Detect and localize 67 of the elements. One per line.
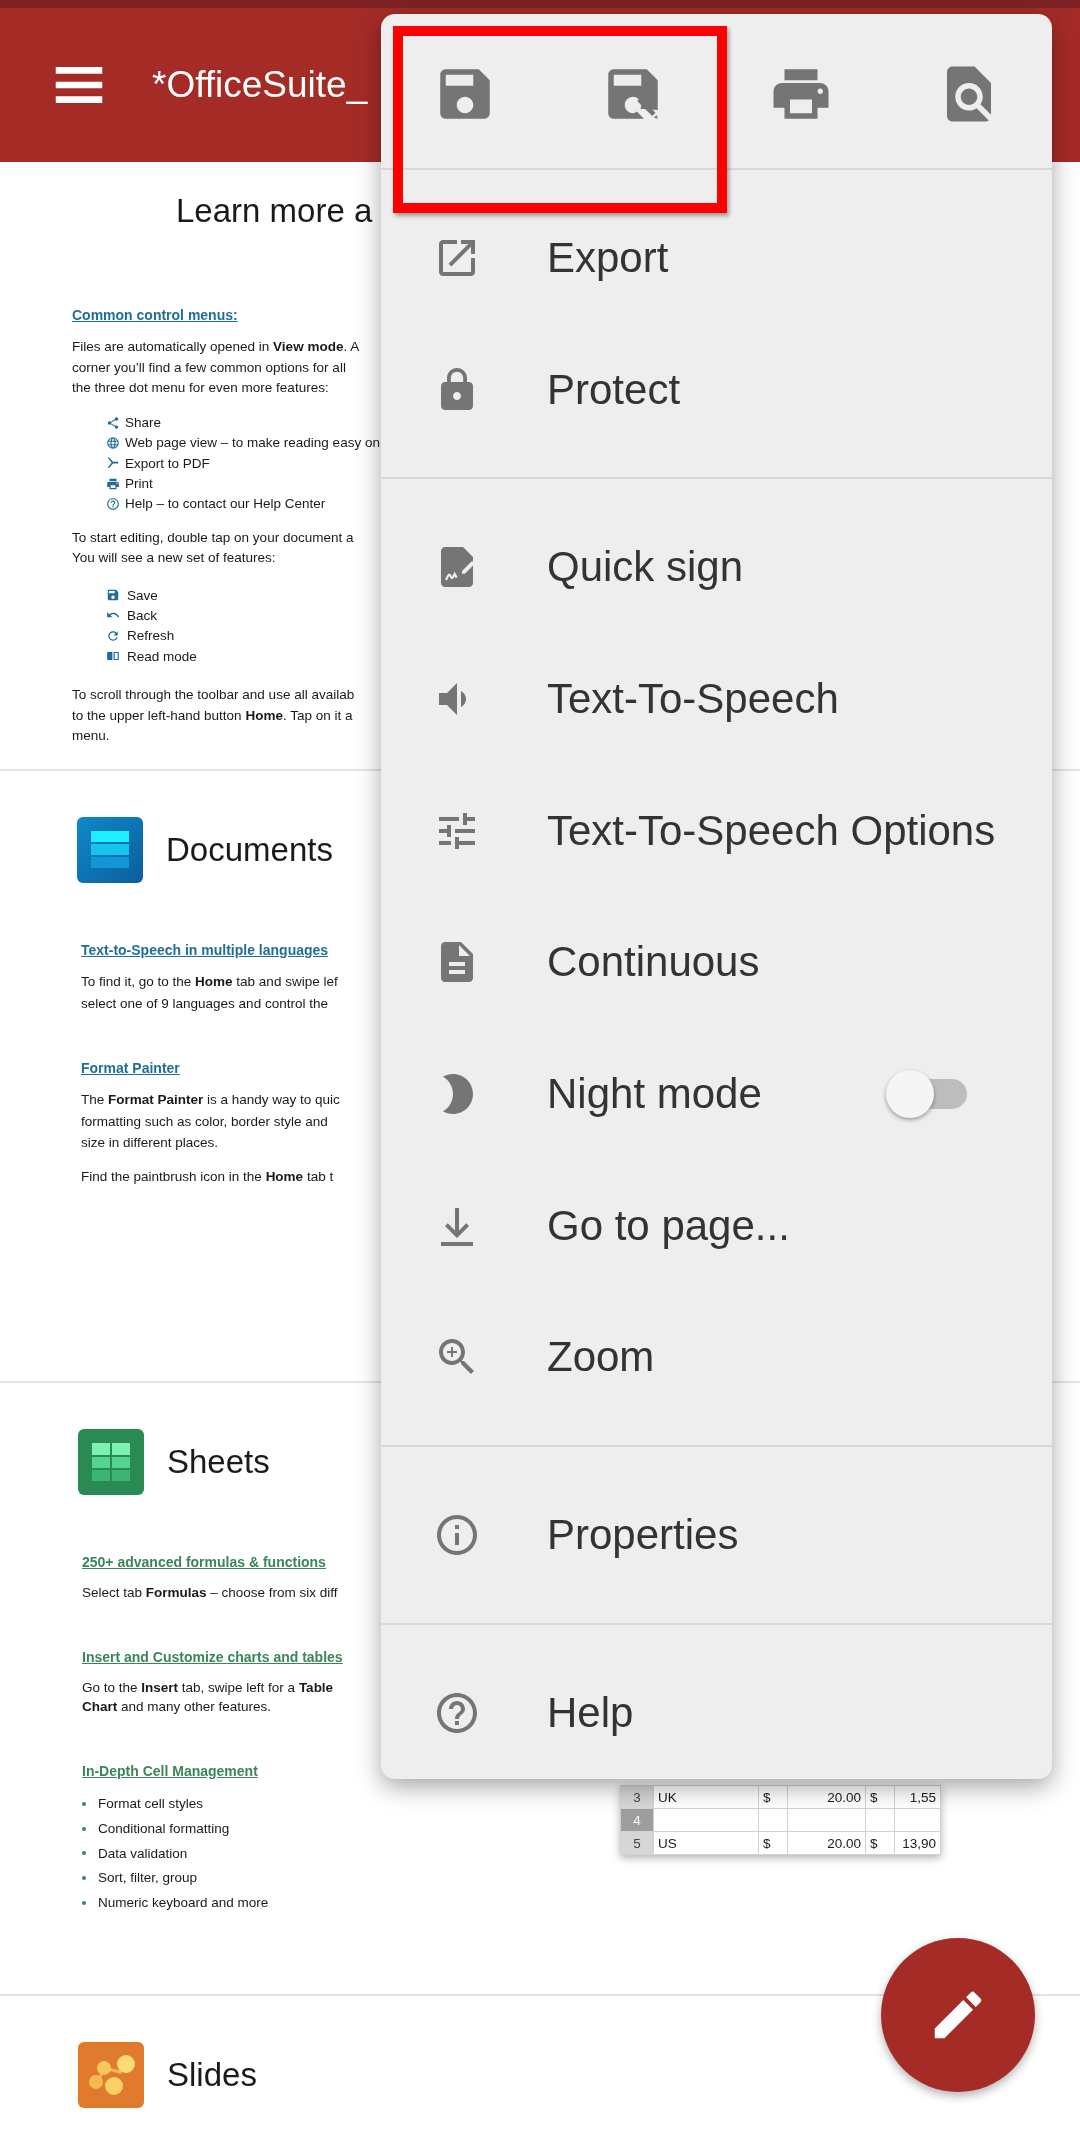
list-item-text: Conditional formatting xyxy=(98,1821,230,1837)
table-cell: UK xyxy=(653,1785,759,1809)
document-heading: Learn more a xyxy=(176,191,373,231)
section-link[interactable]: In-Depth Cell Management xyxy=(82,1760,258,1781)
list-item-text: Print xyxy=(125,476,153,492)
bullet-icon xyxy=(82,1875,86,1880)
fork-icon xyxy=(106,456,120,471)
documents-app-icon xyxy=(77,817,143,883)
save-icon xyxy=(106,588,120,603)
menu-item[interactable]: Help xyxy=(381,1646,1052,1779)
section-link[interactable]: Common control menus: xyxy=(72,305,238,325)
slides-app-icon xyxy=(78,2042,144,2108)
list-item-text: Sort, filter, group xyxy=(98,1870,198,1886)
section-title: Slides xyxy=(167,2056,257,2094)
list-item-text: Help – to contact our Help Center xyxy=(125,496,326,512)
sheets-app-icon xyxy=(78,1429,144,1495)
paragraph: Files are automatically opened in View mode. A corner you’ll find a few common options for all the three dot menu for even more features: xyxy=(72,338,360,397)
paragraph: To scroll through the toolbar and use all availab to the upper left-hand button Home. Tap on it a menu. xyxy=(72,686,355,746)
table-cell: 20.00 xyxy=(787,1785,866,1809)
list-item-text: Refresh xyxy=(127,628,175,644)
list-item-text: Data validation xyxy=(98,1845,188,1861)
menu-item[interactable]: Export xyxy=(381,192,1052,324)
list-item-text: Read mode xyxy=(127,648,197,664)
bullet-icon xyxy=(82,1900,86,1905)
refresh-icon xyxy=(106,628,120,643)
menu-item[interactable]: Text-To-Speech Options xyxy=(381,764,1052,897)
list-item-text: Export to PDF xyxy=(125,455,210,471)
menu-item[interactable]: Continuous xyxy=(381,896,1052,1029)
section-link[interactable]: Format Painter xyxy=(81,1058,180,1078)
bullet-icon xyxy=(82,1801,86,1806)
row-header[interactable]: 3 xyxy=(620,1785,654,1809)
section-title: Sheets xyxy=(167,1443,270,1481)
menu-item[interactable]: Go to page... xyxy=(381,1159,1052,1292)
list-item-text: Web page view – to make reading easy on xyxy=(125,435,380,451)
list-item-text: Share xyxy=(125,415,162,431)
list-item-text: Save xyxy=(127,587,158,603)
list-item-text: Numeric keyboard and more xyxy=(98,1895,269,1911)
paragraph: The Format Painter is a handy way to quic formatting such as color, border style and size in different places. xyxy=(81,1091,340,1152)
menu-item[interactable]: Night mode xyxy=(381,1028,1052,1160)
table-cell: 1,55 xyxy=(894,1785,941,1809)
print-icon xyxy=(106,476,120,491)
section-link[interactable]: Text-to-Speech in multiple languages xyxy=(81,940,329,960)
menu-item[interactable]: Zoom xyxy=(381,1291,1052,1424)
paragraph: Select tab Formulas – choose from six diff xyxy=(82,1584,338,1602)
row-header[interactable]: 5 xyxy=(620,1831,654,1855)
section-link[interactable]: Insert and Customize charts and tables xyxy=(82,1646,343,1667)
menu-item[interactable]: Properties xyxy=(381,1469,1052,1601)
bullet-icon xyxy=(82,1851,86,1856)
section-title: Documents xyxy=(166,831,333,869)
list-item-text: Format cell styles xyxy=(98,1796,204,1812)
table-cell: $ xyxy=(865,1785,895,1809)
menu-item[interactable]: Protect xyxy=(381,323,1052,456)
book-icon xyxy=(106,649,120,663)
globe-icon xyxy=(106,435,120,450)
section-link[interactable]: 250+ advanced formulas & functions xyxy=(82,1552,326,1572)
menu-item[interactable]: Text-To-Speech xyxy=(381,633,1052,765)
paragraph: To start editing, double tap on your document a You will see a new set of features: xyxy=(72,529,354,568)
document-title: *OfficeSuite_ xyxy=(152,64,368,106)
share-icon xyxy=(106,415,120,430)
table-cell: $ xyxy=(758,1785,788,1809)
paragraph: Find the paintbrush icon in the Home tab t xyxy=(81,1167,334,1186)
bullet-icon xyxy=(82,1826,86,1831)
help-icon xyxy=(106,496,120,511)
list-item-text: Back xyxy=(127,607,157,623)
paragraph: To find it, go to the Home tab and swipe lef select one of 9 languages and control the xyxy=(81,973,338,1013)
menu-item[interactable]: Quick sign xyxy=(381,501,1052,634)
paragraph: Go to the Insert tab, swipe left for a Table Chart and many other features. xyxy=(82,1678,334,1716)
